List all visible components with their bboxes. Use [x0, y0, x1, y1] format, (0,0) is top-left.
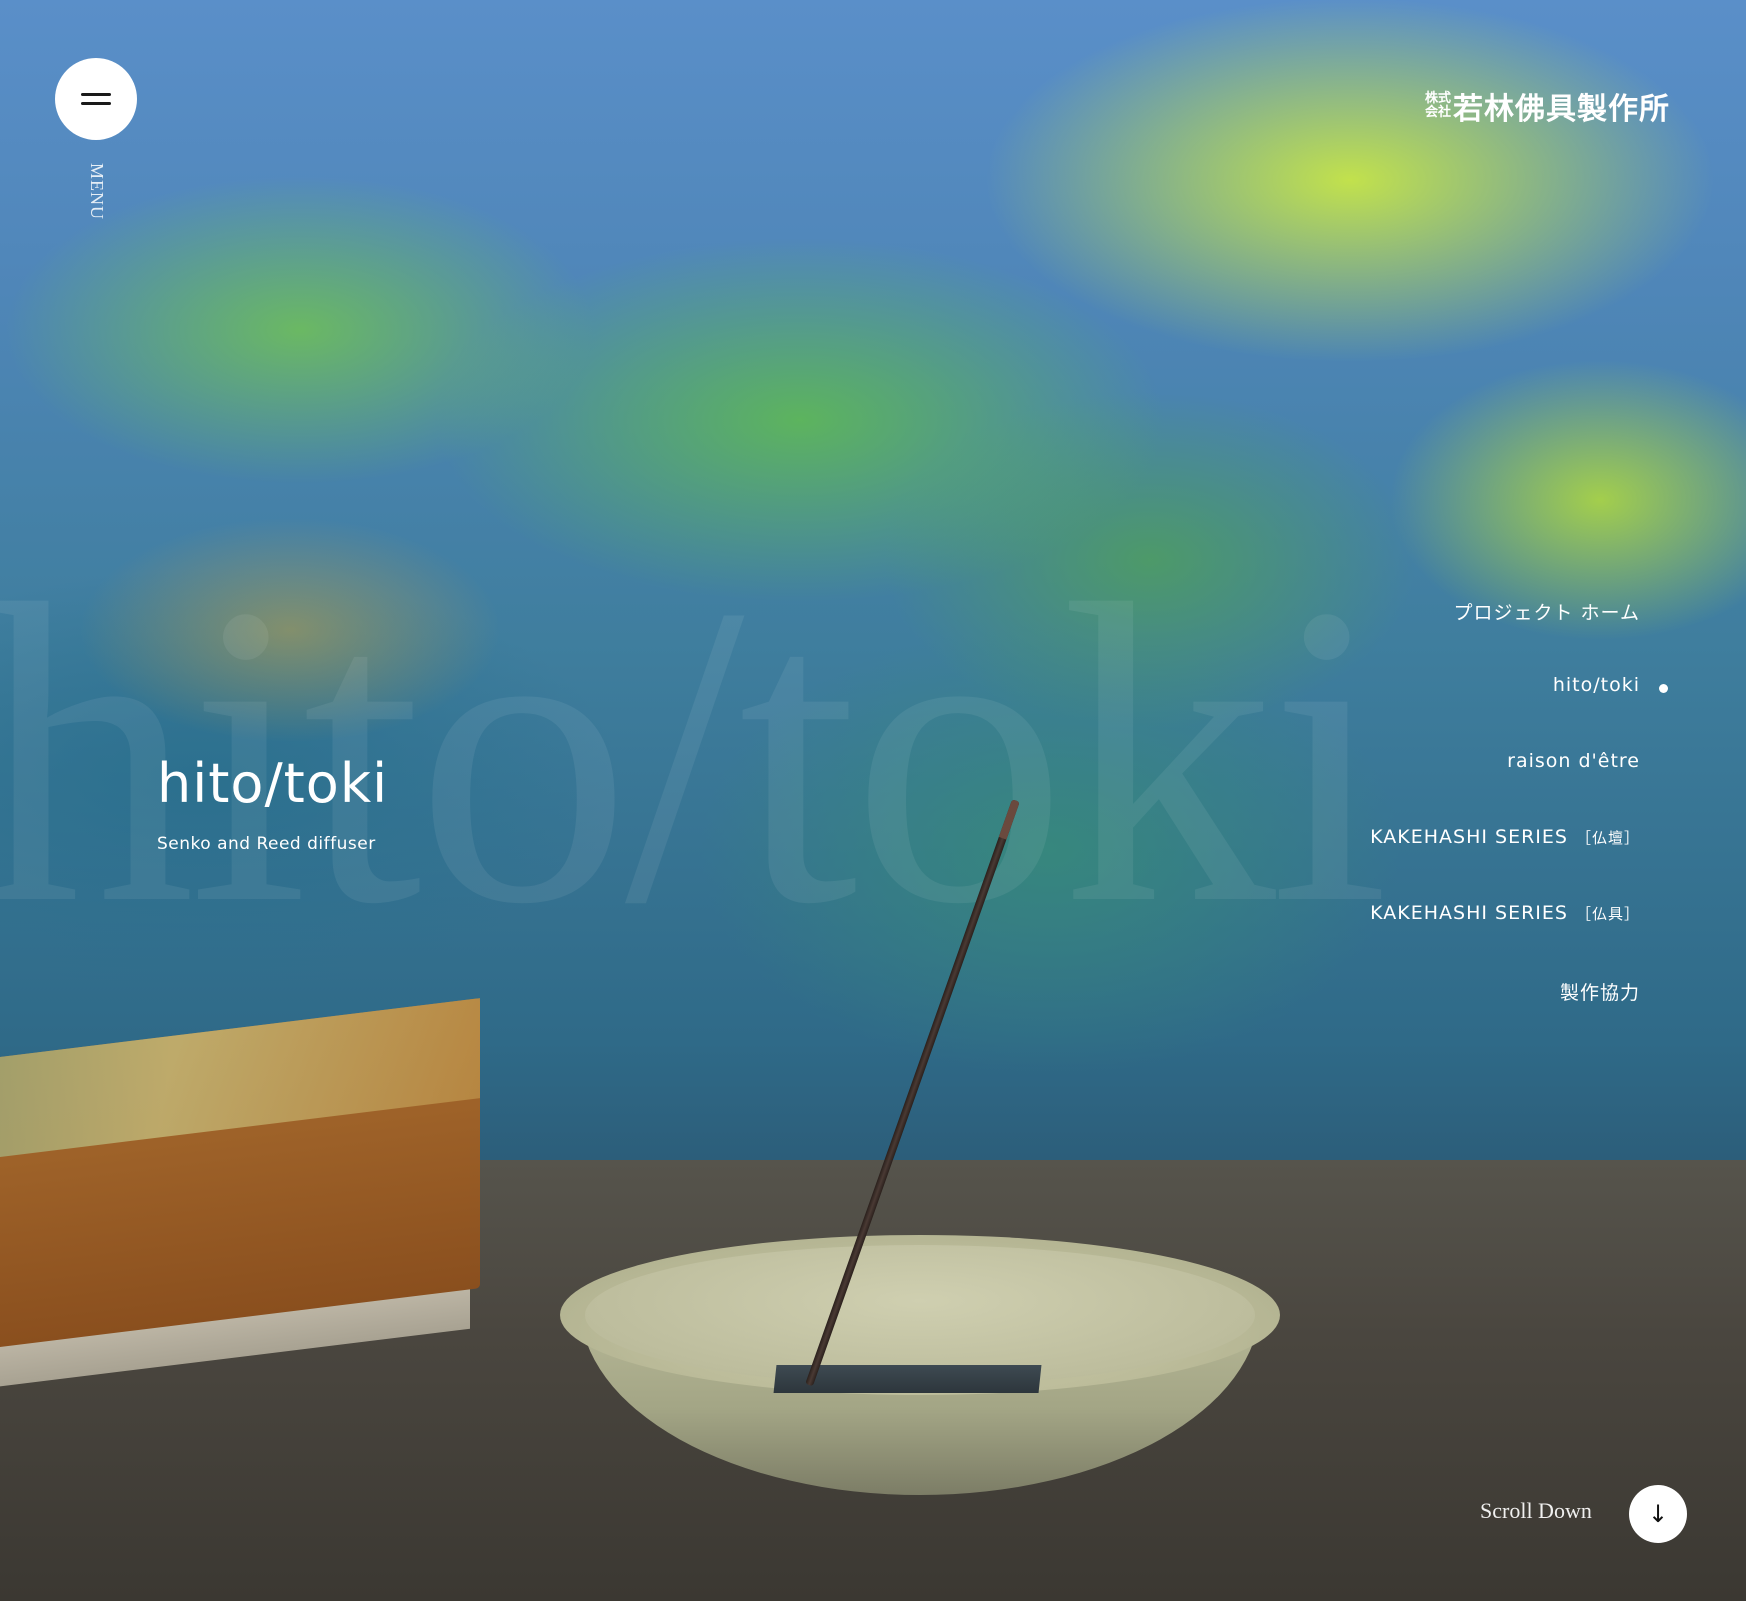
nav-item-label: KAKEHASHI SERIES [1370, 902, 1568, 924]
nav-item-credits[interactable]: 製作協力 [1560, 978, 1640, 1005]
nav-item-kakehashi-butsudan[interactable]: KAKEHASHI SERIES ［仏壇］ [1370, 826, 1640, 848]
nav-item-suffix: ［仏壇］ [1575, 829, 1640, 847]
nav-item-label: raison d'être [1507, 750, 1640, 772]
logo-company-name: 若林佛具製作所 [1453, 92, 1671, 127]
company-logo[interactable]: 株式 会社 若林佛具製作所 [1425, 84, 1670, 128]
menu-button[interactable] [55, 58, 137, 140]
logo-kabushiki-top: 株式 [1425, 91, 1452, 106]
menu-label: MENU [87, 163, 107, 220]
nav-item-raison-detre[interactable]: raison d'être [1507, 750, 1640, 772]
nav-item-project-home[interactable]: プロジェクト ホーム [1454, 598, 1640, 625]
page-title: hito/toki [157, 752, 389, 815]
hamburger-menu-icon [81, 93, 111, 105]
nav-item-label: 製作協力 [1559, 982, 1640, 1004]
scroll-down-button[interactable]: ↓ [1629, 1485, 1687, 1543]
logo-kabushiki-bottom: 会社 [1425, 105, 1452, 120]
dish-inner [585, 1245, 1255, 1385]
nav-item-label: プロジェクト ホーム [1453, 602, 1640, 624]
arrow-down-icon: ↓ [1647, 1500, 1669, 1528]
nav-item-hito-toki[interactable]: hito/toki [1553, 674, 1640, 696]
product-box-image [0, 998, 510, 1410]
nav-item-label: KAKEHASHI SERIES [1370, 826, 1568, 848]
nav-item-kakehashi-butsugu[interactable]: KAKEHASHI SERIES ［仏具］ [1370, 902, 1640, 924]
nav-item-suffix: ［仏具］ [1575, 905, 1640, 923]
page-subtitle: Senko and Reed diffuser [157, 834, 376, 854]
scroll-down-label[interactable]: Scroll Down [1480, 1498, 1592, 1524]
nav-item-label: hito/toki [1552, 674, 1640, 696]
active-nav-indicator [1659, 684, 1668, 693]
logo-kabushiki-mark: 株式 会社 [1425, 92, 1451, 120]
